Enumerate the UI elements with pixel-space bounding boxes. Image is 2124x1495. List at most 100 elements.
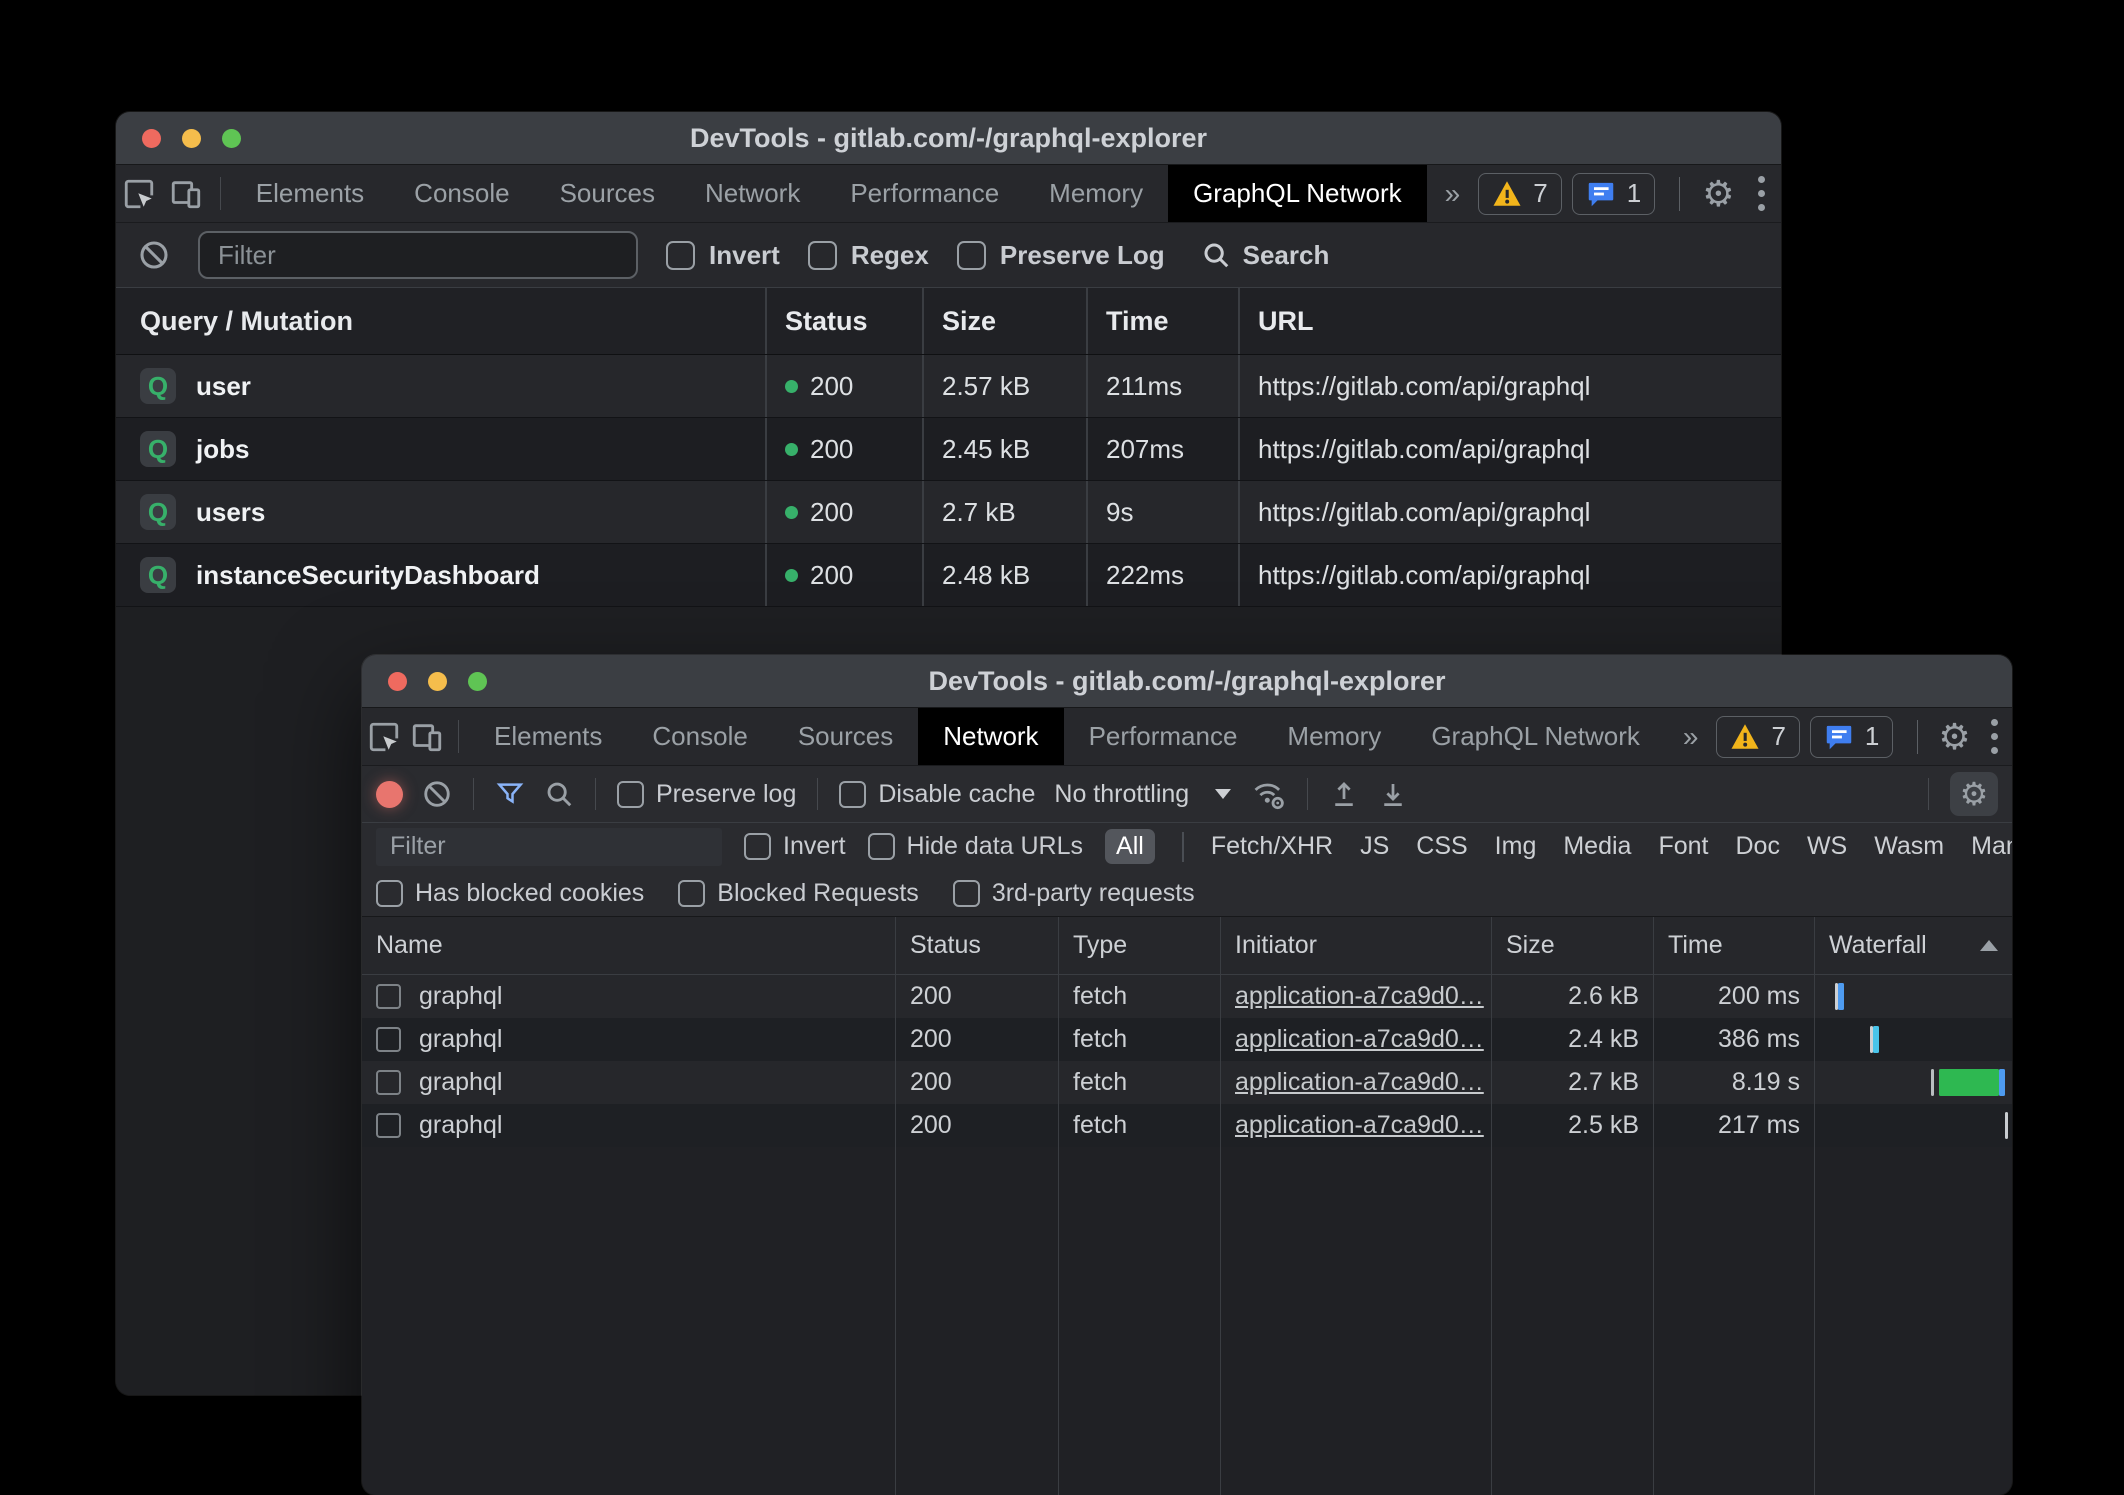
filter-type-all[interactable]: All bbox=[1105, 829, 1155, 864]
tab-memory[interactable]: Memory bbox=[1262, 708, 1406, 765]
maximize-window-button[interactable] bbox=[222, 129, 241, 148]
tab-sources[interactable]: Sources bbox=[773, 708, 918, 765]
network-conditions-button[interactable] bbox=[1250, 777, 1286, 811]
filter-type-fetch-xhr[interactable]: Fetch/XHR bbox=[1211, 832, 1333, 861]
preserve-log-checkbox[interactable]: Preserve Log bbox=[957, 240, 1165, 271]
row-checkbox[interactable] bbox=[376, 1070, 401, 1095]
column-header-initiator[interactable]: Initiator bbox=[1220, 917, 1491, 974]
filter-toggle-button[interactable] bbox=[495, 779, 525, 809]
inspect-element-button[interactable] bbox=[362, 708, 405, 765]
table-row[interactable]: Qjobs 200 2.45 kB 207ms https://gitlab.c… bbox=[116, 418, 1781, 481]
table-row[interactable]: Qusers 200 2.7 kB 9s https://gitlab.com/… bbox=[116, 481, 1781, 544]
filter-type-ws[interactable]: WS bbox=[1807, 832, 1847, 861]
table-row[interactable]: QinstanceSecurityDashboard 200 2.48 kB 2… bbox=[116, 544, 1781, 607]
titlebar[interactable]: DevTools - gitlab.com/-/graphql-explorer bbox=[362, 655, 2012, 708]
tab-network[interactable]: Network bbox=[918, 708, 1063, 765]
minimize-window-button[interactable] bbox=[182, 129, 201, 148]
column-header-status[interactable]: Status bbox=[895, 917, 1058, 974]
close-window-button[interactable] bbox=[142, 129, 161, 148]
minimize-window-button[interactable] bbox=[428, 672, 447, 691]
column-header-time[interactable]: Time bbox=[1653, 917, 1814, 974]
row-checkbox[interactable] bbox=[376, 1113, 401, 1138]
initiator-link[interactable]: application-a7ca9d0… bbox=[1235, 982, 1484, 1011]
filter-type-font[interactable]: Font bbox=[1658, 832, 1708, 861]
column-header-time[interactable]: Time bbox=[1086, 288, 1238, 354]
filter-input[interactable] bbox=[376, 828, 722, 866]
column-header-waterfall[interactable]: Waterfall bbox=[1814, 917, 2012, 974]
import-har-button[interactable] bbox=[1329, 779, 1359, 809]
tab-graphql-network[interactable]: GraphQL Network bbox=[1406, 708, 1665, 765]
inspect-element-button[interactable] bbox=[116, 165, 163, 222]
initiator-link[interactable]: application-a7ca9d0… bbox=[1235, 1111, 1484, 1140]
table-row[interactable]: graphql 200 fetch application-a7ca9d0… 2… bbox=[362, 1018, 2012, 1061]
filter-type-img[interactable]: Img bbox=[1495, 832, 1537, 861]
settings-gear-icon[interactable]: ⚙ bbox=[1694, 176, 1743, 212]
filter-type-css[interactable]: CSS bbox=[1416, 832, 1467, 861]
device-toolbar-button[interactable] bbox=[405, 708, 448, 765]
tab-elements[interactable]: Elements bbox=[469, 708, 627, 765]
table-row[interactable]: graphql 200 fetch application-a7ca9d0… 2… bbox=[362, 1104, 2012, 1147]
table-row[interactable]: graphql 200 fetch application-a7ca9d0… 2… bbox=[362, 1061, 2012, 1104]
preserve-log-checkbox[interactable]: Preserve log bbox=[617, 780, 796, 809]
table-row[interactable]: Quser 200 2.57 kB 211ms https://gitlab.c… bbox=[116, 355, 1781, 418]
regex-checkbox[interactable]: Regex bbox=[808, 240, 929, 271]
filter-input[interactable] bbox=[198, 231, 638, 279]
device-toolbar-button[interactable] bbox=[163, 165, 210, 222]
issues-badge[interactable]: 1 bbox=[1572, 173, 1655, 215]
row-checkbox[interactable] bbox=[376, 984, 401, 1009]
disable-cache-checkbox[interactable]: Disable cache bbox=[839, 780, 1035, 809]
status-value: 200 bbox=[895, 1061, 1058, 1104]
column-header-size[interactable]: Size bbox=[922, 288, 1086, 354]
blocked-requests-checkbox[interactable]: Blocked Requests bbox=[678, 879, 919, 908]
filter-type-doc[interactable]: Doc bbox=[1735, 832, 1779, 861]
tab-console[interactable]: Console bbox=[627, 708, 772, 765]
filter-type-js[interactable]: JS bbox=[1360, 832, 1389, 861]
tab-performance[interactable]: Performance bbox=[1064, 708, 1263, 765]
filter-type-wasm[interactable]: Wasm bbox=[1874, 832, 1944, 861]
tab-console[interactable]: Console bbox=[389, 165, 534, 222]
row-checkbox[interactable] bbox=[376, 1027, 401, 1052]
filter-type-media[interactable]: Media bbox=[1563, 832, 1631, 861]
issues-badge[interactable]: 1 bbox=[1810, 716, 1893, 758]
more-options-kebab-icon[interactable] bbox=[1977, 716, 2012, 758]
invert-checkbox[interactable]: Invert bbox=[744, 832, 846, 861]
filter-type-manifest[interactable]: Manifest bbox=[1971, 832, 2012, 861]
warnings-badge[interactable]: 7 bbox=[1716, 716, 1799, 758]
column-header-status[interactable]: Status bbox=[765, 288, 922, 354]
search-button[interactable]: Search bbox=[1201, 240, 1330, 271]
search-button[interactable] bbox=[544, 779, 574, 809]
record-network-log-button[interactable] bbox=[376, 781, 403, 808]
devtools-tabbar: Elements Console Sources Network Perform… bbox=[362, 708, 2012, 766]
clear-button[interactable] bbox=[138, 239, 170, 271]
column-header-url[interactable]: URL bbox=[1238, 288, 1781, 354]
tab-memory[interactable]: Memory bbox=[1024, 165, 1168, 222]
titlebar[interactable]: DevTools - gitlab.com/-/graphql-explorer bbox=[116, 112, 1781, 165]
tab-sources[interactable]: Sources bbox=[535, 165, 680, 222]
has-blocked-cookies-checkbox[interactable]: Has blocked cookies bbox=[376, 879, 644, 908]
more-options-kebab-icon[interactable] bbox=[1743, 173, 1781, 215]
table-row[interactable]: graphql 200 fetch application-a7ca9d0… 2… bbox=[362, 975, 2012, 1018]
invert-checkbox[interactable]: Invert bbox=[666, 240, 780, 271]
column-header-size[interactable]: Size bbox=[1491, 917, 1653, 974]
maximize-window-button[interactable] bbox=[468, 672, 487, 691]
network-settings-button[interactable]: ⚙ bbox=[1950, 772, 1998, 816]
initiator-link[interactable]: application-a7ca9d0… bbox=[1235, 1025, 1484, 1054]
initiator-link[interactable]: application-a7ca9d0… bbox=[1235, 1068, 1484, 1097]
tab-graphql-network[interactable]: GraphQL Network bbox=[1168, 165, 1427, 222]
settings-gear-icon[interactable]: ⚙ bbox=[1932, 719, 1977, 755]
more-tabs-button[interactable]: » bbox=[1665, 708, 1717, 765]
hide-data-urls-checkbox[interactable]: Hide data URLs bbox=[868, 832, 1083, 861]
column-header-query-mutation[interactable]: Query / Mutation bbox=[116, 288, 765, 354]
third-party-requests-checkbox[interactable]: 3rd-party requests bbox=[953, 879, 1195, 908]
throttling-select[interactable]: No throttling bbox=[1054, 780, 1231, 809]
warnings-badge[interactable]: 7 bbox=[1478, 173, 1561, 215]
more-tabs-button[interactable]: » bbox=[1427, 165, 1479, 222]
export-har-button[interactable] bbox=[1378, 779, 1408, 809]
tab-performance[interactable]: Performance bbox=[825, 165, 1024, 222]
close-window-button[interactable] bbox=[388, 672, 407, 691]
column-header-type[interactable]: Type bbox=[1058, 917, 1220, 974]
tab-elements[interactable]: Elements bbox=[231, 165, 389, 222]
column-header-name[interactable]: Name bbox=[362, 917, 895, 974]
tab-network[interactable]: Network bbox=[680, 165, 825, 222]
clear-network-log-button[interactable] bbox=[422, 779, 452, 809]
